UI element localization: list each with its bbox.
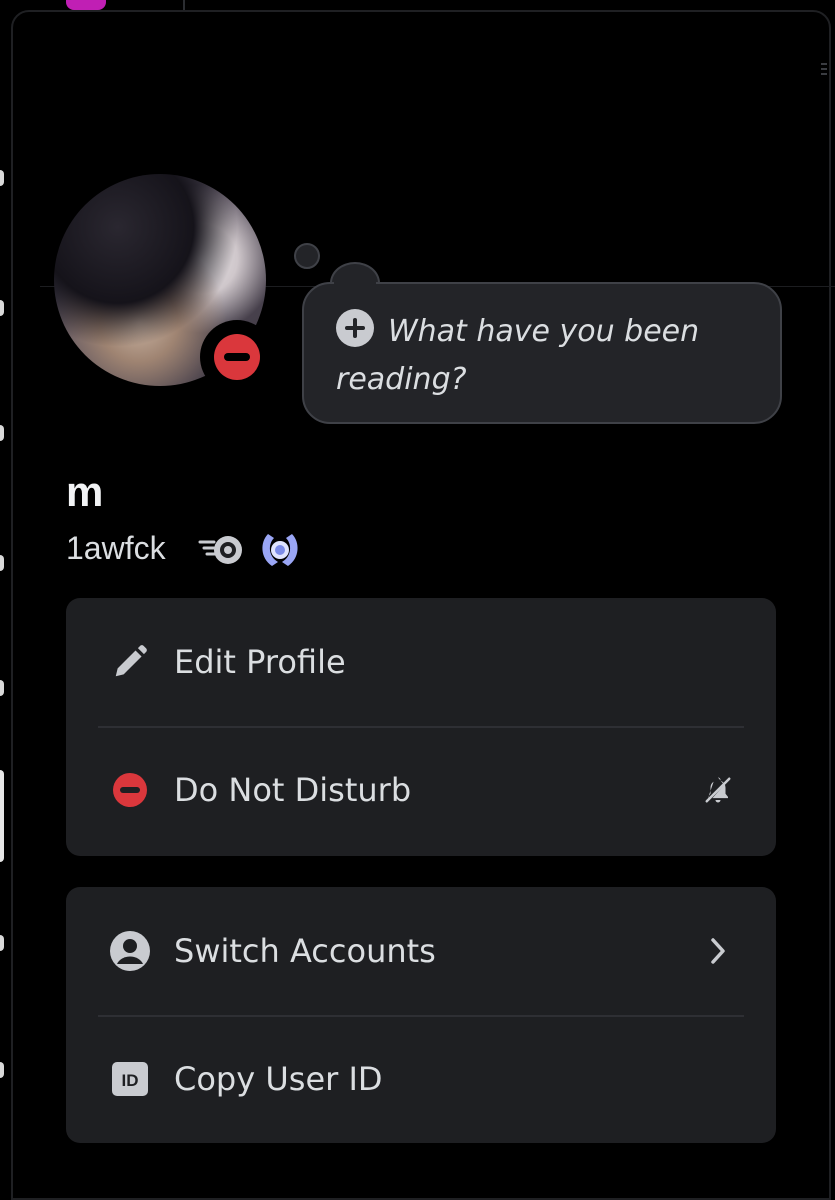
- pencil-icon: [110, 642, 150, 682]
- thought-bubble-join: [334, 280, 376, 288]
- display-name: m: [66, 468, 104, 515]
- do-not-disturb-button[interactable]: Do Not Disturb: [66, 726, 776, 854]
- do-not-disturb-label: Do Not Disturb: [174, 771, 412, 809]
- avatar-container[interactable]: [54, 174, 274, 394]
- plus-circle-icon: [336, 309, 374, 347]
- switch-accounts-button[interactable]: Switch Accounts: [66, 887, 776, 1015]
- user-circle-icon: [110, 931, 150, 971]
- background-unread-pill: [0, 555, 4, 571]
- background-server-icon: [66, 0, 106, 10]
- bell-slash-icon: [700, 772, 736, 808]
- edit-profile-label: Edit Profile: [174, 643, 346, 681]
- background-unread-pill: [0, 680, 4, 696]
- dnd-status-icon: [214, 334, 260, 380]
- account-actions-group: Switch Accounts ID Copy User ID: [66, 887, 776, 1143]
- copy-user-id-label: Copy User ID: [174, 1060, 383, 1098]
- background-unread-pill: [0, 1062, 4, 1078]
- thought-bubble-dot: [294, 243, 320, 269]
- switch-accounts-label: Switch Accounts: [174, 932, 436, 970]
- svg-text:ID: ID: [122, 1071, 139, 1090]
- badge-list: [198, 528, 304, 572]
- id-badge-icon: ID: [110, 1059, 150, 1099]
- background-unread-pill: [0, 300, 4, 316]
- nitro-speed-badge-icon[interactable]: [198, 528, 246, 572]
- scroll-indicator[interactable]: [821, 60, 827, 100]
- background-divider: [183, 0, 185, 10]
- background-unread-pill: [0, 170, 4, 186]
- edit-profile-button[interactable]: Edit Profile: [66, 598, 776, 726]
- status-prompt-text: What have you been reading?: [336, 314, 700, 397]
- background-selected-pill: [0, 770, 4, 862]
- profile-actions-group: Edit Profile Do Not Disturb: [66, 598, 776, 856]
- chevron-right-icon: [700, 933, 736, 969]
- dnd-status-icon: [110, 770, 150, 810]
- status-prompt-bubble[interactable]: What have you been reading?: [302, 282, 782, 424]
- hypesquad-laurel-badge-icon[interactable]: [256, 528, 304, 572]
- background-unread-pill: [0, 935, 4, 951]
- background-unread-pill: [0, 425, 4, 441]
- copy-user-id-button[interactable]: ID Copy User ID: [66, 1015, 776, 1143]
- username[interactable]: 1awfck: [66, 530, 166, 567]
- status-indicator: [200, 320, 274, 394]
